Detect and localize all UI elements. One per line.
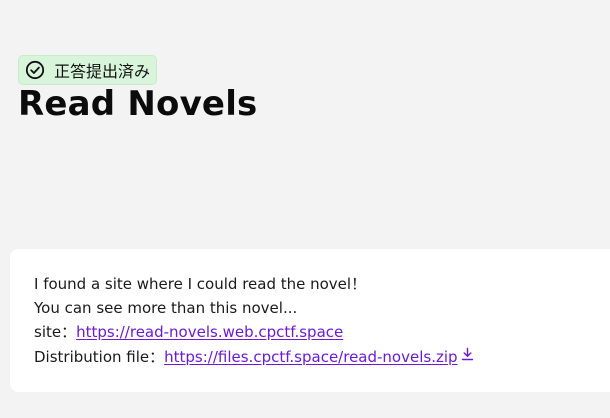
download-icon[interactable]	[461, 344, 474, 368]
status-badge: 正答提出済み	[18, 55, 158, 85]
site-link[interactable]: https://read-novels.web.cpctf.space	[76, 323, 343, 341]
distribution-line: Distribution file：https://files.cpctf.sp…	[34, 344, 610, 368]
status-badge-label: 正答提出済み	[54, 62, 151, 81]
description-line: You can see more than this novel...	[34, 299, 298, 317]
site-label: site：	[34, 323, 77, 341]
description-line: I found a site where I could read the no…	[34, 275, 367, 293]
page-title: Read Novels	[18, 84, 258, 124]
problem-description-card: I found a site where I could read the no…	[10, 249, 610, 392]
distribution-file-link[interactable]: https://files.cpctf.space/read-novels.zi…	[164, 348, 457, 366]
check-circle-icon	[24, 59, 46, 81]
site-line: site：https://read-novels.web.cpctf.space	[34, 320, 610, 344]
distribution-label: Distribution file：	[34, 348, 165, 366]
